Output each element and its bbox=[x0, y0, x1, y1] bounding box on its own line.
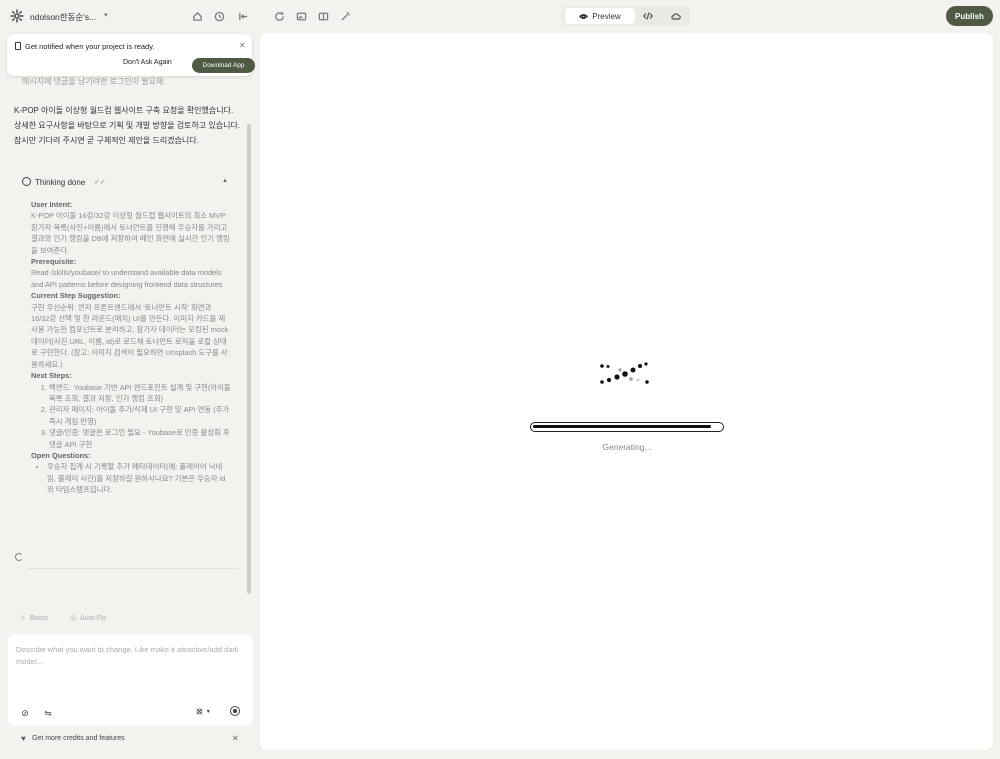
loading-spinner-icon bbox=[15, 553, 23, 561]
target-icon: ◎ bbox=[70, 615, 77, 622]
view-toggle: Preview bbox=[562, 6, 690, 26]
boost-button[interactable]: ✧ Boost bbox=[20, 614, 48, 623]
magic-wand-icon[interactable] bbox=[339, 10, 351, 22]
user-intent-heading: User Intent: bbox=[31, 200, 73, 209]
next-steps-heading: Next Steps: bbox=[31, 371, 72, 381]
scrollbar-thumb[interactable] bbox=[247, 124, 251, 594]
model-icon: ⊠ bbox=[196, 707, 203, 716]
collapse-sidebar-icon[interactable] bbox=[237, 10, 249, 22]
assistant-message: K-POP 아이돌 이상형 월드컵 웹사이트 구축 요청을 확인했습니다. 상세… bbox=[14, 106, 241, 145]
cloud-icon[interactable] bbox=[670, 10, 682, 22]
notification-text: Get notified when your project is ready. bbox=[25, 42, 155, 51]
list-item: 관리자 페이지: 아이돌 추가/삭제 UI 구현 및 API 연동 (추가 즉시… bbox=[49, 404, 231, 427]
dont-ask-again-button[interactable]: Don't Ask Again bbox=[123, 59, 172, 66]
current-step-text: 구현 우선순위: 먼저 프론트엔드에서 '토너먼트 시작' 화면과 16/32강… bbox=[31, 302, 229, 369]
tab-preview[interactable]: Preview bbox=[565, 8, 635, 24]
thinking-title: Thinking done bbox=[35, 178, 86, 187]
current-step-heading: Current Step Suggestion: bbox=[31, 291, 121, 301]
list-item: 우승자 집계 시 기록할 추가 메타데이터(예: 플레이어 닉네임, 플레이 시… bbox=[47, 461, 231, 495]
publish-button[interactable]: Publish bbox=[946, 6, 993, 26]
previous-message-fragment: 메시지에 댓글을 남기려면 로그인이 필요해. bbox=[22, 77, 166, 86]
tab-preview-label: Preview bbox=[592, 11, 621, 21]
chat-scrollbar[interactable] bbox=[247, 124, 251, 594]
phone-icon bbox=[15, 42, 21, 50]
download-app-button[interactable]: Download App bbox=[192, 58, 255, 73]
app-logo-icon[interactable] bbox=[10, 9, 24, 23]
attachment-icon[interactable]: ⊘ bbox=[19, 707, 31, 719]
progress-fill bbox=[533, 425, 712, 428]
thinking-content: User Intent: K-POP 아이돌 16강/32강 이상형 월드컵 웹… bbox=[31, 199, 231, 496]
chevron-down-icon: ▾ bbox=[206, 709, 210, 715]
brain-icon bbox=[22, 177, 31, 186]
thinking-panel: Thinking done ✓✓ ▲ User Intent: K-POP 아이… bbox=[14, 172, 240, 569]
preview-pane: Generating... bbox=[260, 33, 993, 750]
notification-banner: Get notified when your project is ready.… bbox=[7, 34, 255, 76]
autofix-label: Auto-Fix bbox=[80, 614, 107, 622]
heart-icon: ♥ bbox=[21, 734, 26, 743]
history-icon[interactable] bbox=[213, 10, 225, 22]
close-icon[interactable]: ✕ bbox=[232, 734, 239, 743]
open-questions-heading: Open Questions: bbox=[31, 450, 91, 460]
send-icon[interactable] bbox=[230, 706, 240, 716]
loading-dots-icon bbox=[600, 362, 649, 384]
top-bar: ndolson한동순's... ▾ Preview Publish bbox=[0, 0, 1000, 32]
prerequisite-heading: Prerequisite: bbox=[31, 257, 77, 267]
code-icon[interactable] bbox=[642, 10, 654, 22]
sparkle-icon: ✧ bbox=[20, 615, 26, 622]
prerequisite-text: Read /skills/youbase/ to understand avai… bbox=[31, 268, 223, 289]
list-item: 댓글/인증: 댓글은 로그인 필요 - Youbase로 인증 활성화 후 댓글… bbox=[49, 427, 231, 450]
screenshot-icon[interactable] bbox=[295, 10, 307, 22]
generating-status: Generating... bbox=[602, 442, 652, 452]
open-questions-list: 우승자 집계 시 기록할 추가 메타데이터(예: 플레이어 닉네임, 플레이 시… bbox=[47, 461, 231, 495]
chevron-up-icon[interactable]: ▲ bbox=[222, 178, 228, 184]
check-icon: ✓✓ bbox=[94, 179, 106, 186]
chat-panel: Get notified when your project is ready.… bbox=[0, 32, 260, 759]
settings-sliders-icon[interactable]: ⇋ bbox=[42, 707, 54, 719]
autofix-button[interactable]: ◎ Auto-Fix bbox=[70, 614, 107, 623]
boost-label: Boost bbox=[29, 614, 48, 622]
next-steps-list: 백엔드: Youbase 기반 API 엔드포인트 설계 및 구현(아이돌 목록… bbox=[49, 382, 231, 450]
model-selector[interactable]: ⊠ ▾ bbox=[196, 707, 210, 716]
thinking-header[interactable]: Thinking done ✓✓ ▲ bbox=[14, 175, 240, 189]
user-intent-text: K-POP 아이돌 16강/32강 이상형 월드컵 웹사이트의 최소 MVP: … bbox=[31, 211, 230, 255]
close-icon[interactable]: ✕ bbox=[239, 41, 246, 50]
chevron-down-icon[interactable]: ▾ bbox=[104, 11, 108, 19]
project-title[interactable]: ndolson한동순's... bbox=[30, 11, 96, 23]
list-item: 백엔드: Youbase 기반 API 엔드포인트 설계 및 구현(아이돌 목록… bbox=[49, 382, 231, 405]
home-icon[interactable] bbox=[191, 10, 203, 22]
split-view-icon[interactable] bbox=[317, 10, 329, 22]
message-input[interactable] bbox=[16, 644, 241, 684]
divider bbox=[28, 568, 238, 569]
message-composer: ⊘ ⇋ ⊠ ▾ bbox=[8, 634, 253, 726]
credits-text: Get more credits and features bbox=[32, 735, 125, 742]
eye-icon bbox=[579, 13, 589, 19]
refresh-icon[interactable] bbox=[273, 10, 285, 22]
generation-progress-bar bbox=[530, 422, 724, 432]
